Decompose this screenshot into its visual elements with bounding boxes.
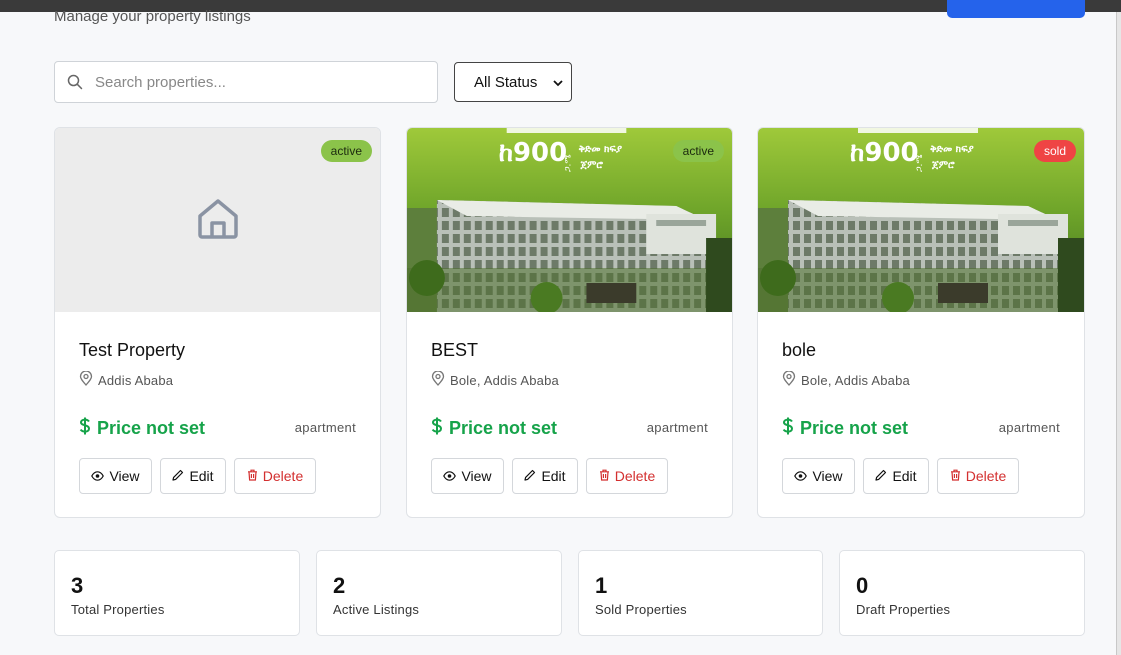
delete-label: Delete <box>614 468 656 484</box>
property-image: ከ900 ቅድመ ክፍያ ጀምሮ ጋ.ሜ sold <box>758 128 1084 312</box>
eye-icon <box>794 468 808 484</box>
status-filter-value: All Status <box>474 73 538 91</box>
property-card: ከ900 ቅድመ ክፍያ ጀምሮ ጋ.ሜ sold bole Bole, Add… <box>757 127 1085 518</box>
stat-label: Sold Properties <box>595 602 687 617</box>
add-property-button[interactable] <box>947 0 1085 18</box>
edit-button[interactable]: Edit <box>512 458 578 494</box>
advert-price: ከ900 <box>499 138 567 168</box>
stat-label: Total Properties <box>71 602 165 617</box>
edit-button[interactable]: Edit <box>160 458 226 494</box>
property-type: apartment <box>294 420 356 435</box>
location-text: Addis Ababa <box>98 372 174 388</box>
property-location: Bole, Addis Ababa <box>782 370 910 389</box>
eye-icon <box>443 468 457 484</box>
price-text: Price not set <box>449 418 558 438</box>
price-text: Price not set <box>800 418 909 438</box>
edit-button[interactable]: Edit <box>863 458 929 494</box>
pencil-icon <box>172 468 184 484</box>
advert-price: ከ900 <box>850 138 919 168</box>
property-image-placeholder: active <box>55 128 380 312</box>
dollar-icon <box>431 417 443 440</box>
map-pin-icon <box>782 370 796 389</box>
edit-label: Edit <box>541 468 566 484</box>
chevron-down-icon <box>552 76 564 93</box>
stat-card-sold: 1 Sold Properties <box>578 550 823 636</box>
stat-value: 3 <box>71 573 84 598</box>
advert-unit: ጋ.ሜ <box>915 154 925 172</box>
status-badge: active <box>320 140 372 162</box>
pencil-icon <box>875 468 887 484</box>
delete-button[interactable]: Delete <box>937 458 1019 494</box>
view-label: View <box>461 468 492 484</box>
search-box[interactable] <box>54 61 438 103</box>
trash-icon <box>950 468 961 484</box>
stat-value: 2 <box>333 573 346 598</box>
advert-line2: ጀምሮ <box>579 160 603 171</box>
location-text: Bole, Addis Ababa <box>801 372 910 388</box>
property-location: Addis Ababa <box>79 370 174 389</box>
location-text: Bole, Addis Ababa <box>450 372 559 388</box>
view-button[interactable]: View <box>79 458 152 494</box>
delete-label: Delete <box>965 468 1007 484</box>
status-filter-select[interactable]: All Status <box>454 62 572 102</box>
map-pin-icon <box>431 370 445 389</box>
view-label: View <box>812 468 843 484</box>
property-card: active Test Property Addis Ababa Price n… <box>54 127 381 518</box>
view-label: View <box>109 468 140 484</box>
house-icon <box>196 196 240 245</box>
search-icon <box>55 74 95 90</box>
stat-value: 1 <box>595 573 608 598</box>
stat-label: Draft Properties <box>856 602 951 617</box>
edit-label: Edit <box>892 468 917 484</box>
property-price: Price not set <box>782 417 908 440</box>
property-image: ከ900 ቅድመ ክፍያ ጀምሮ ጋ.ሜ active <box>407 128 732 312</box>
edit-label: Edit <box>189 468 214 484</box>
property-title: bole <box>782 340 817 360</box>
view-button[interactable]: View <box>782 458 855 494</box>
eye-icon <box>91 468 105 484</box>
scrollbar-track[interactable] <box>1116 12 1121 655</box>
pencil-icon <box>524 468 536 484</box>
price-text: Price not set <box>97 418 206 438</box>
stat-value: 0 <box>856 573 869 598</box>
delete-label: Delete <box>262 468 304 484</box>
property-price: Price not set <box>431 417 557 440</box>
advert-line1: ቅድመ ክፍያ <box>578 144 622 155</box>
trash-icon <box>247 468 258 484</box>
stat-card-total: 3 Total Properties <box>54 550 300 636</box>
dollar-icon <box>79 417 91 440</box>
property-price: Price not set <box>79 417 205 440</box>
property-title: Test Property <box>79 340 186 360</box>
property-card: ከ900 ቅድመ ክፍያ ጀምሮ ጋ.ሜ active BEST Bole, A… <box>406 127 733 518</box>
status-badge: sold <box>1033 140 1076 162</box>
property-type: apartment <box>998 420 1060 435</box>
map-pin-icon <box>79 370 93 389</box>
search-input[interactable] <box>95 73 425 91</box>
property-location: Bole, Addis Ababa <box>431 370 559 389</box>
property-type: apartment <box>646 420 708 435</box>
view-button[interactable]: View <box>431 458 504 494</box>
stat-label: Active Listings <box>333 602 420 617</box>
advert-line2: ጀምሮ <box>931 160 955 171</box>
delete-button[interactable]: Delete <box>586 458 668 494</box>
delete-button[interactable]: Delete <box>234 458 316 494</box>
advert-unit: ጋ.ሜ <box>564 154 574 172</box>
trash-icon <box>599 468 610 484</box>
dollar-icon <box>782 417 794 440</box>
property-title: BEST <box>431 340 479 360</box>
page-subtitle: Manage your property listings <box>54 8 251 25</box>
status-badge: active <box>672 140 724 162</box>
stat-card-draft: 0 Draft Properties <box>839 550 1085 636</box>
advert-line1: ቅድመ ክፍያ <box>930 144 974 155</box>
stat-card-active: 2 Active Listings <box>316 550 562 636</box>
